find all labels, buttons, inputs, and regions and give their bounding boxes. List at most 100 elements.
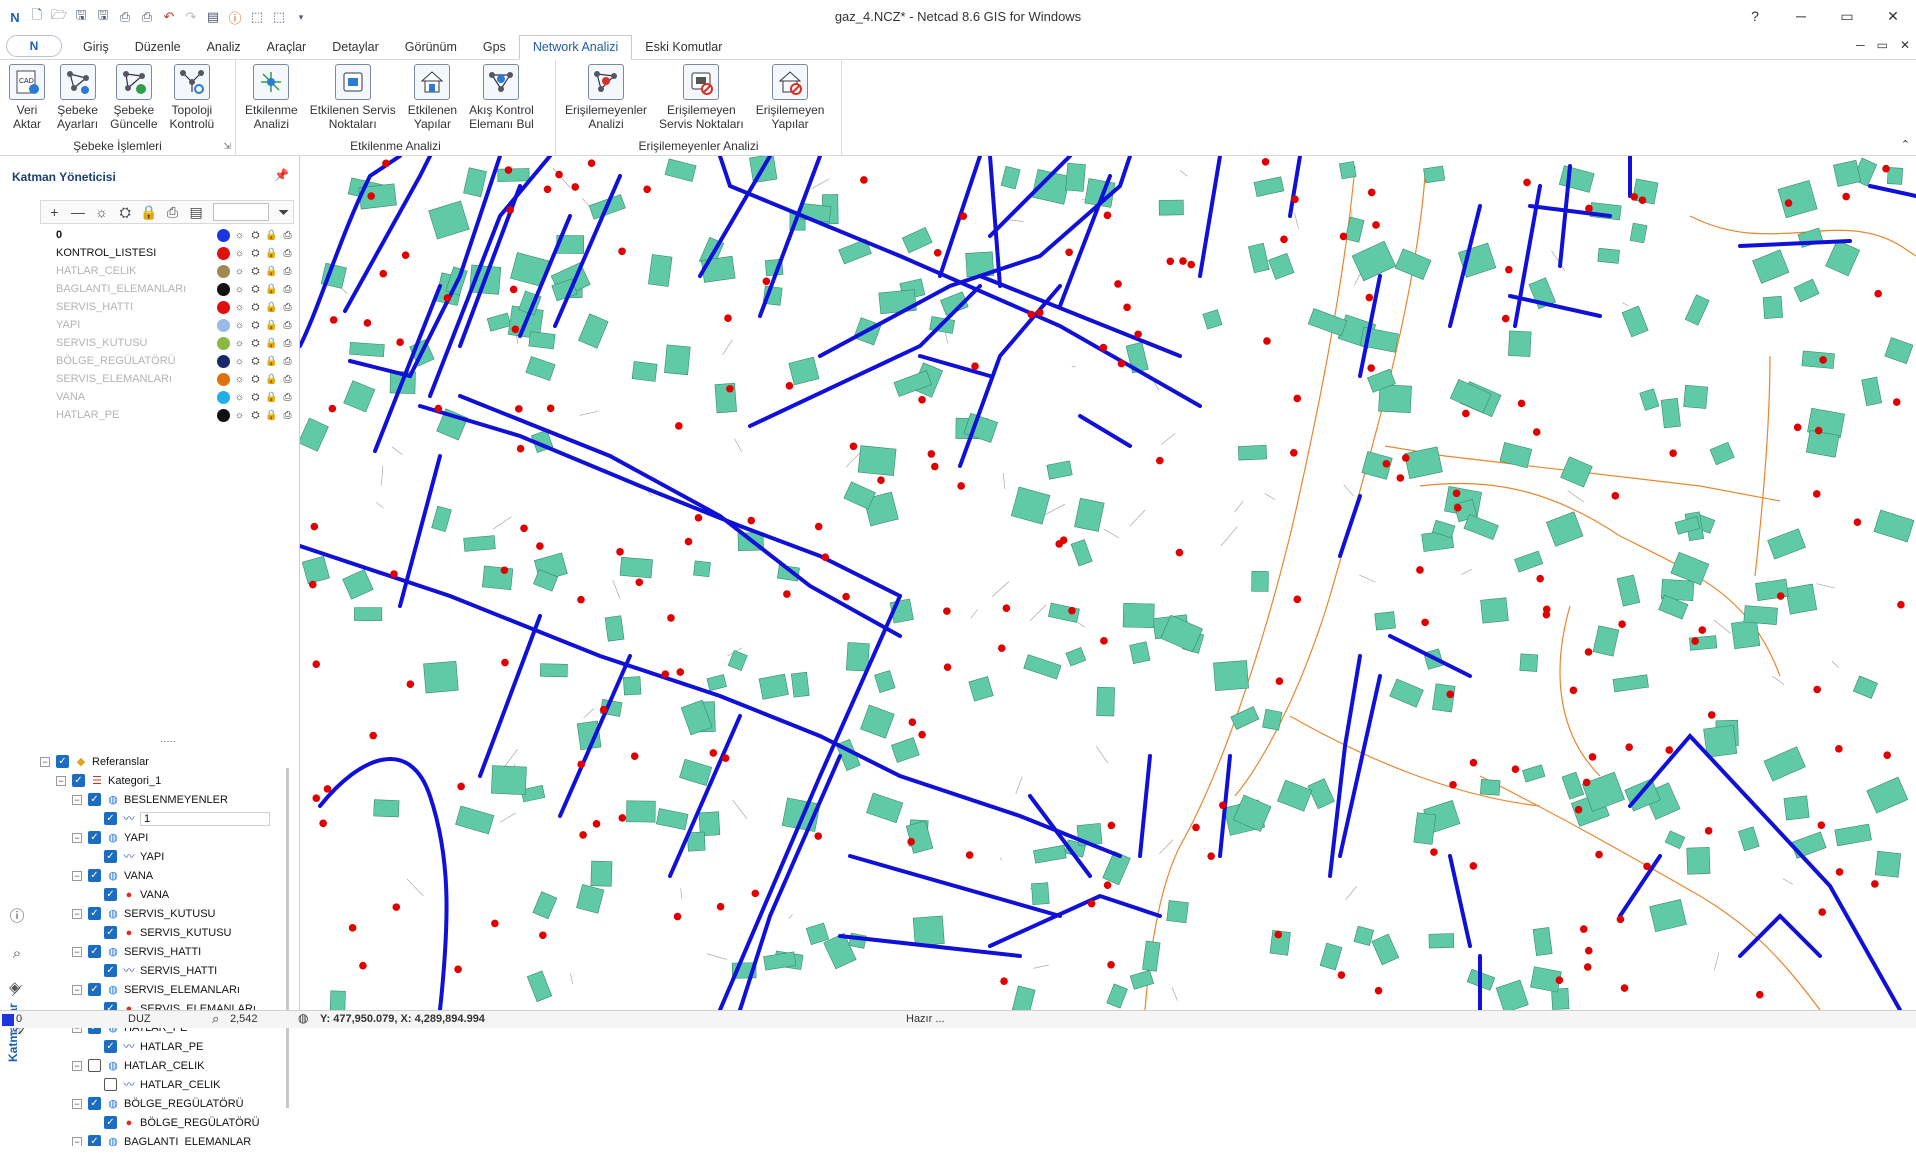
map-canvas[interactable] xyxy=(300,156,1916,1010)
status-zoom[interactable]: 2,542 xyxy=(230,1013,258,1025)
layer-row[interactable]: SERVIS_ELEMANLARı☼⛭🔒⎙ xyxy=(40,370,296,388)
doc-close-icon[interactable]: ✕ xyxy=(1900,38,1910,52)
visibility-icon[interactable]: ☼ xyxy=(233,230,246,241)
freeze-icon[interactable]: ⛭ xyxy=(249,266,262,277)
layer-color-swatch[interactable] xyxy=(217,283,230,296)
veri-aktar-button[interactable]: CADVeri Aktar xyxy=(4,64,50,140)
lock-icon[interactable]: 🔒 xyxy=(265,320,278,331)
freeze-icon[interactable]: ⛭ xyxy=(249,248,262,259)
print-icon[interactable]: ⎙ xyxy=(281,374,294,385)
layer-properties-icon[interactable]: ▤ xyxy=(187,203,206,222)
restore-button[interactable]: ▭ xyxy=(1824,0,1870,32)
freeze-icon[interactable]: ⛭ xyxy=(249,356,262,367)
print-icon[interactable]: ⎙ xyxy=(281,392,294,403)
tab-detaylar[interactable]: Detaylar xyxy=(319,36,392,59)
redo-icon[interactable]: ↷ xyxy=(182,8,200,26)
expand-toggle-icon[interactable]: − xyxy=(40,757,50,767)
print-icon[interactable]: ⎙ xyxy=(281,284,294,295)
lock-icon[interactable]: 🔒 xyxy=(265,392,278,403)
tab-network-analizi[interactable]: Network Analizi xyxy=(519,35,632,60)
etkilenen-yapilar-button[interactable]: Etkilenen Yapılar xyxy=(403,64,462,140)
tab-giris[interactable]: Giriş xyxy=(70,36,122,59)
tree-node[interactable]: −✓◍SERVIS_HATTI xyxy=(40,942,288,961)
visibility-checkbox[interactable]: ✓ xyxy=(72,774,85,787)
etkilenen-servis-noktalari-button[interactable]: Etkilenen Servis Noktaları xyxy=(305,64,401,140)
properties-icon[interactable]: ▤ xyxy=(204,8,222,26)
print-preview-icon[interactable]: ⎙ xyxy=(138,8,156,26)
print-icon[interactable]: ⎙ xyxy=(281,320,294,331)
visibility-icon[interactable]: ☼ xyxy=(233,302,246,313)
visibility-checkbox[interactable]: ✓ xyxy=(88,831,101,844)
print-icon[interactable]: ⎙ xyxy=(116,8,134,26)
freeze-icon[interactable]: ⛭ xyxy=(249,410,262,421)
topoloji-kontrolu-button[interactable]: Topoloji Kontrolü xyxy=(165,64,220,140)
tab-duzenle[interactable]: Düzenle xyxy=(122,36,194,59)
tree-node-label[interactable]: 1 xyxy=(140,812,270,826)
info-icon[interactable]: ⓘ xyxy=(226,8,244,26)
print-icon[interactable]: ⎙ xyxy=(281,302,294,313)
expand-toggle-icon[interactable]: − xyxy=(72,795,82,805)
visibility-icon[interactable]: ☼ xyxy=(233,392,246,403)
print-icon[interactable]: ⎙ xyxy=(281,248,294,259)
layer-color-swatch[interactable] xyxy=(217,355,230,368)
print-icon[interactable]: ⎙ xyxy=(281,338,294,349)
tree-node[interactable]: ✓〰YAPI xyxy=(40,847,288,866)
freeze-icon[interactable]: ⛭ xyxy=(249,302,262,313)
expand-toggle-icon[interactable]: − xyxy=(56,776,66,786)
expand-toggle-icon[interactable]: − xyxy=(72,871,82,881)
tree-node[interactable]: −✓◍SERVIS_ELEMANLARı xyxy=(40,980,288,999)
layer-color-swatch[interactable] xyxy=(217,301,230,314)
visibility-checkbox[interactable]: ✓ xyxy=(104,850,117,863)
sebeke-ayarlari-button[interactable]: Şebeke Ayarları xyxy=(52,64,103,140)
layers-stack-icon[interactable]: ◈ xyxy=(9,978,21,996)
lock-icon[interactable]: 🔒 xyxy=(265,374,278,385)
visibility-checkbox[interactable] xyxy=(104,1078,117,1091)
layer-row[interactable]: BAGLANTI_ELEMANLARı☼⛭🔒⎙ xyxy=(40,280,296,298)
freeze-icon[interactable]: ⛭ xyxy=(249,284,262,295)
filter-icon[interactable]: ⏷ xyxy=(274,203,293,222)
pin-icon[interactable]: 📌 xyxy=(274,168,289,182)
tree-node[interactable]: −✓◍VANA xyxy=(40,866,288,885)
remove-layer-icon[interactable]: — xyxy=(69,203,88,222)
visibility-checkbox[interactable]: ✓ xyxy=(104,1116,117,1129)
status-mode[interactable]: DUZ xyxy=(128,1013,151,1025)
visibility-checkbox[interactable]: ✓ xyxy=(88,1135,101,1146)
visibility-checkbox[interactable]: ✓ xyxy=(88,983,101,996)
lock-icon[interactable]: 🔒 xyxy=(265,230,278,241)
add-layer-icon[interactable]: + xyxy=(45,203,64,222)
zoom-window-icon[interactable]: ⬚ xyxy=(270,8,288,26)
visibility-checkbox[interactable]: ✓ xyxy=(88,1097,101,1110)
lock-icon[interactable]: 🔒 xyxy=(265,338,278,349)
layer-row[interactable]: VANA☼⛭🔒⎙ xyxy=(40,388,296,406)
visibility-checkbox[interactable]: ✓ xyxy=(88,907,101,920)
print-icon[interactable]: ⎙ xyxy=(281,410,294,421)
tree-node[interactable]: ✓〰HATLAR_PE xyxy=(40,1037,288,1056)
tab-gorunum[interactable]: Görünüm xyxy=(392,36,470,59)
tree-node[interactable]: −✓☰Kategori_1 xyxy=(40,771,288,790)
layer-color-swatch[interactable] xyxy=(217,373,230,386)
application-menu-button[interactable]: N xyxy=(6,35,62,57)
layer-color-swatch[interactable] xyxy=(217,319,230,332)
layer-filter-input[interactable] xyxy=(213,203,269,221)
visibility-checkbox[interactable]: ✓ xyxy=(104,1040,117,1053)
tree-node[interactable]: −✓◍BÖLGE_REGÜLATÖRÜ xyxy=(40,1094,288,1113)
visibility-icon[interactable]: ☼ xyxy=(233,410,246,421)
open-folder-icon[interactable]: 🗁 xyxy=(50,8,68,26)
expand-toggle-icon[interactable]: − xyxy=(72,947,82,957)
close-button[interactable]: ✕ xyxy=(1870,0,1916,32)
freeze-icon[interactable]: ⛭ xyxy=(249,230,262,241)
save-as-icon[interactable]: 🖫 xyxy=(94,8,112,26)
expand-toggle-icon[interactable]: − xyxy=(72,985,82,995)
select-window-icon[interactable]: ⬚ xyxy=(248,8,266,26)
customize-toolbar-icon[interactable]: ▾ xyxy=(292,8,310,26)
tree-node[interactable]: −✓◆Referanslar xyxy=(40,752,288,771)
visibility-icon[interactable]: ☼ xyxy=(233,284,246,295)
visibility-icon[interactable]: ☼ xyxy=(233,338,246,349)
lock-icon[interactable]: 🔒 xyxy=(265,356,278,367)
tab-eski-komutlar[interactable]: Eski Komutlar xyxy=(632,36,735,59)
doc-minimize-icon[interactable]: ─ xyxy=(1856,38,1865,52)
tab-araclar[interactable]: Araçlar xyxy=(254,36,320,59)
tab-gps[interactable]: Gps xyxy=(470,36,519,59)
visibility-checkbox[interactable]: ✓ xyxy=(88,945,101,958)
layer-row[interactable]: BÖLGE_REGÜLATÖRÜ☼⛭🔒⎙ xyxy=(40,352,296,370)
